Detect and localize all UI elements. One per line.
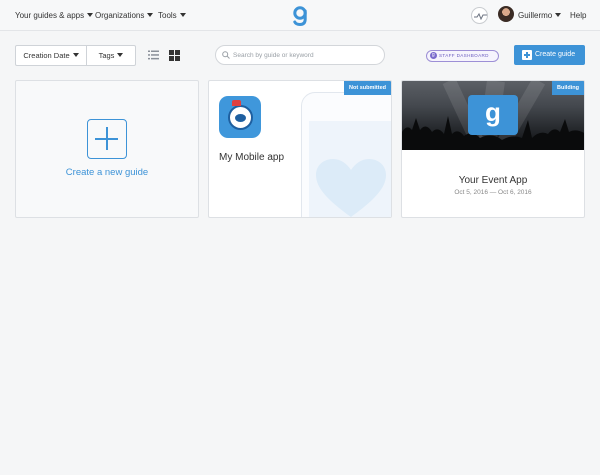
create-new-guide-label: Create a new guide xyxy=(65,167,149,178)
guidebook-logo-icon[interactable] xyxy=(292,6,308,26)
app-icon-cap xyxy=(232,100,241,106)
nav-tools-label: Tools xyxy=(158,11,177,20)
chevron-down-icon xyxy=(179,13,186,17)
guide-dates: Oct 5, 2016 — Oct 6, 2016 xyxy=(454,189,532,196)
search-icon xyxy=(222,51,230,59)
guide-title: Your Event App xyxy=(458,175,528,186)
chevron-down-icon xyxy=(147,13,154,17)
create-guide-button[interactable]: Create guide xyxy=(514,45,585,65)
top-navigation-bar: Your guides & apps Organizations Tools G… xyxy=(0,0,600,31)
app-icon xyxy=(219,96,261,138)
staff-dashboard-label: STAFF DASHBOARD xyxy=(439,53,489,58)
nav-guides-apps-label: Your guides & apps xyxy=(15,11,85,20)
staff-dashboard-button[interactable]: g STAFF DASHBOARD xyxy=(426,50,499,62)
tags-dropdown[interactable]: Tags xyxy=(87,46,135,65)
help-link[interactable]: Help xyxy=(570,0,586,31)
chevron-down-icon xyxy=(555,13,562,17)
status-badge: Not submitted xyxy=(344,81,391,95)
list-view-icon[interactable] xyxy=(148,50,159,60)
guide-card-my-mobile-app[interactable]: My Mobile app Not submitted xyxy=(208,80,392,218)
chevron-down-icon xyxy=(72,53,79,57)
chevron-down-icon xyxy=(87,13,94,17)
sort-filter-group: Creation Date Tags xyxy=(15,45,136,66)
nav-guides-apps-menu[interactable]: Your guides & apps xyxy=(15,0,94,31)
chevron-down-icon xyxy=(117,53,124,57)
username-label: Guillermo xyxy=(518,11,553,20)
tags-label: Tags xyxy=(98,51,115,60)
search-input[interactable] xyxy=(233,48,378,62)
user-avatar[interactable] xyxy=(498,6,514,22)
guidebook-g-icon: g xyxy=(430,52,437,59)
nav-organizations-menu[interactable]: Organizations xyxy=(95,0,154,31)
nav-organizations-label: Organizations xyxy=(95,11,145,20)
grid-view-icon[interactable] xyxy=(169,50,180,61)
heart-illustration-icon xyxy=(316,159,386,217)
sort-creation-date-dropdown[interactable]: Creation Date xyxy=(16,46,86,65)
user-menu[interactable]: Guillermo xyxy=(518,0,562,31)
plus-icon xyxy=(87,119,127,159)
nav-tools-menu[interactable]: Tools xyxy=(158,0,186,31)
create-new-guide-card[interactable]: Create a new guide xyxy=(15,80,199,218)
guidebook-logo-icon: g xyxy=(468,95,518,135)
activity-pulse-icon xyxy=(474,12,487,20)
status-badge: Building xyxy=(552,81,584,95)
sort-label: Creation Date xyxy=(23,51,70,60)
create-guide-label: Create guide xyxy=(535,51,576,58)
app-icon-face xyxy=(228,105,253,130)
activity-pulse-button[interactable] xyxy=(471,7,488,24)
plus-icon xyxy=(522,50,532,60)
search-box xyxy=(215,45,385,65)
guide-card-your-event-app[interactable]: g Your Event App Oct 5, 2016 — Oct 6, 20… xyxy=(401,80,585,218)
guide-title: My Mobile app xyxy=(219,152,285,163)
